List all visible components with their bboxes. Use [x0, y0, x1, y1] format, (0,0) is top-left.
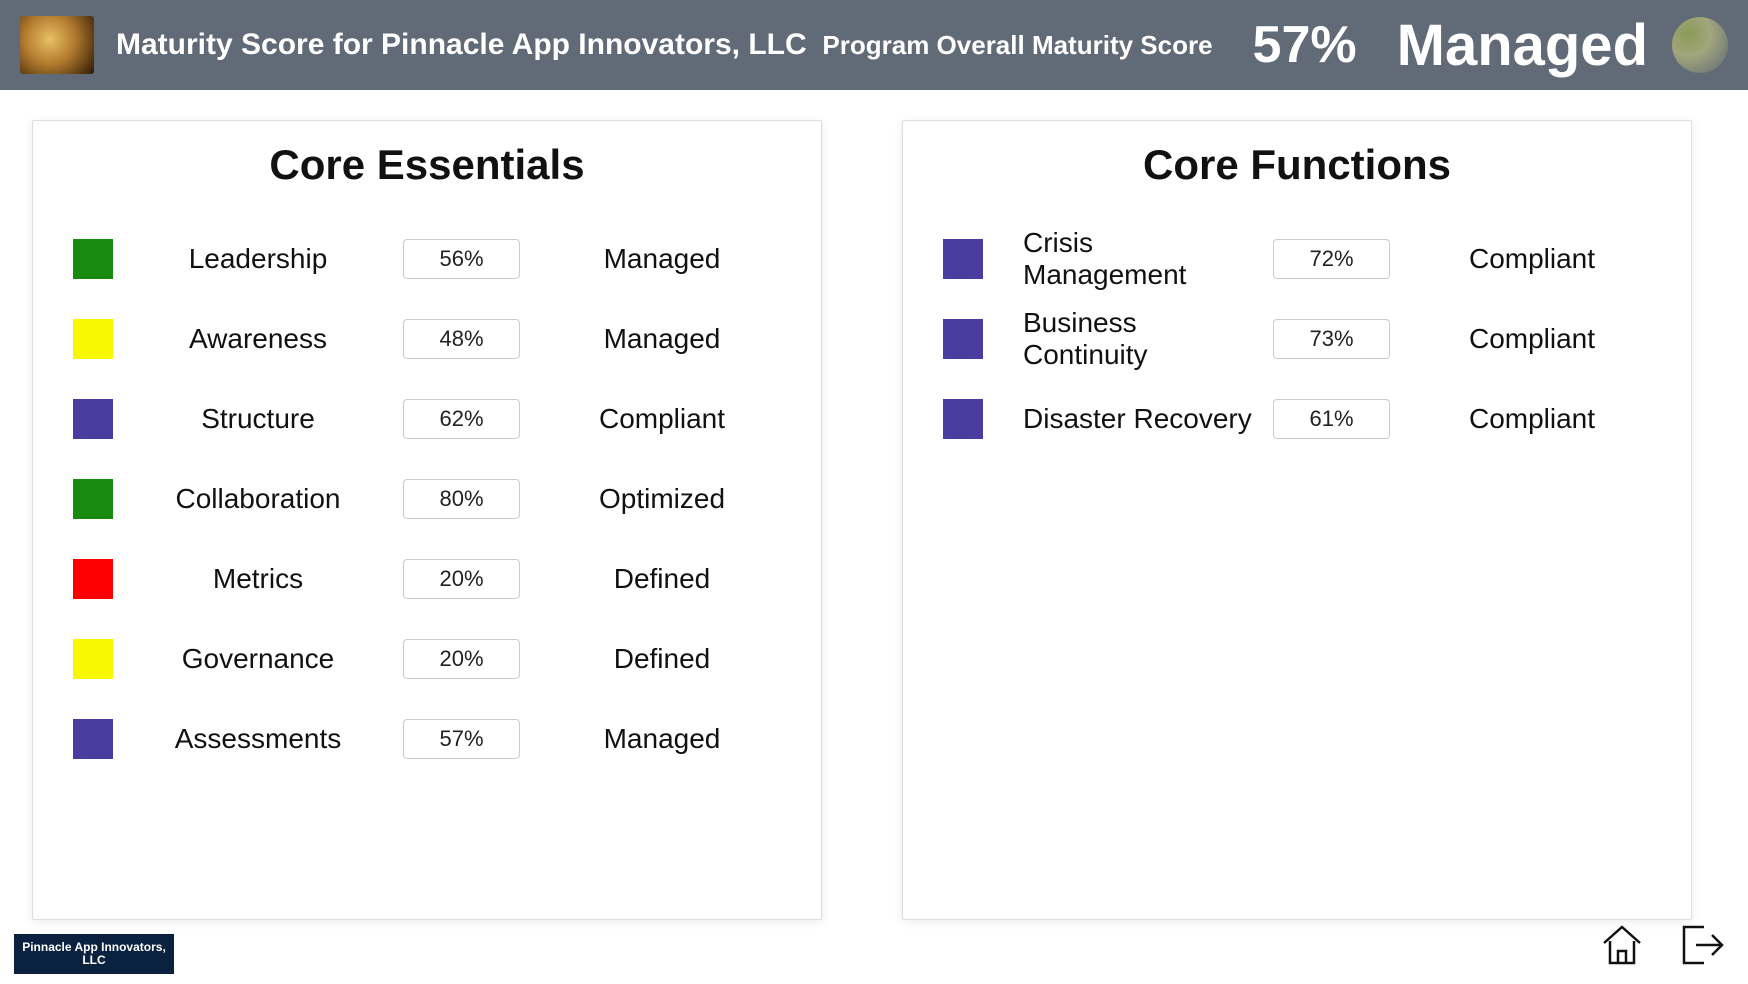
score-row: Leadership 56%Managed — [53, 219, 801, 299]
row-label: Crisis Management — [993, 227, 1263, 291]
row-label: Business Continuity — [993, 307, 1263, 371]
page-title: Maturity Score for Pinnacle App Innovato… — [116, 28, 807, 62]
score-row: Awareness 48%Managed — [53, 299, 801, 379]
row-level: Managed — [523, 723, 801, 755]
row-percent: 73% — [1273, 319, 1390, 359]
avatar[interactable] — [1672, 17, 1728, 73]
row-percent: 56% — [403, 239, 520, 279]
row-percent: 62% — [403, 399, 520, 439]
score-row: Assessments 57%Managed — [53, 699, 801, 779]
app-logo — [20, 16, 94, 74]
score-row: Governance 20%Defined — [53, 619, 801, 699]
row-level: Optimized — [523, 483, 801, 515]
row-percent: 61% — [1273, 399, 1390, 439]
status-swatch — [73, 319, 113, 359]
status-swatch — [943, 239, 983, 279]
core-functions-panel: Core Functions Crisis Management72%Compl… — [902, 120, 1692, 920]
score-row: Metrics 20%Defined — [53, 539, 801, 619]
score-row: Collaboration 80%Optimized — [53, 459, 801, 539]
row-label: Structure — [123, 403, 393, 435]
row-level: Defined — [523, 643, 801, 675]
status-swatch — [73, 719, 113, 759]
row-level: Managed — [523, 243, 801, 275]
score-row: Business Continuity73%Compliant — [923, 299, 1671, 379]
status-swatch — [73, 239, 113, 279]
score-row: Disaster Recovery 61%Compliant — [923, 379, 1671, 459]
row-label: Collaboration — [123, 483, 393, 515]
row-level: Defined — [523, 563, 801, 595]
status-swatch — [73, 639, 113, 679]
home-icon[interactable] — [1598, 921, 1646, 974]
row-percent: 80% — [403, 479, 520, 519]
footer-company-logo: Pinnacle App Innovators, LLC — [14, 934, 174, 974]
score-row: Structure 62%Compliant — [53, 379, 801, 459]
row-level: Managed — [523, 323, 801, 355]
status-swatch — [943, 399, 983, 439]
row-label: Governance — [123, 643, 393, 675]
overall-score-level: Managed — [1397, 12, 1648, 79]
row-level: Compliant — [1393, 403, 1671, 435]
row-percent: 20% — [403, 559, 520, 599]
row-label: Awareness — [123, 323, 393, 355]
header-bar: Maturity Score for Pinnacle App Innovato… — [0, 0, 1748, 90]
row-level: Compliant — [523, 403, 801, 435]
core-essentials-title: Core Essentials — [53, 141, 801, 189]
core-functions-title: Core Functions — [923, 141, 1671, 189]
core-essentials-panel: Core Essentials Leadership56%ManagedAwar… — [32, 120, 822, 920]
logout-icon[interactable] — [1676, 921, 1724, 974]
overall-score-label: Program Overall Maturity Score — [822, 30, 1212, 61]
status-swatch — [943, 319, 983, 359]
row-percent: 72% — [1273, 239, 1390, 279]
row-percent: 48% — [403, 319, 520, 359]
overall-score-percent: 57% — [1253, 15, 1357, 75]
status-swatch — [73, 479, 113, 519]
row-label: Leadership — [123, 243, 393, 275]
status-swatch — [73, 559, 113, 599]
row-percent: 20% — [403, 639, 520, 679]
status-swatch — [73, 399, 113, 439]
score-row: Crisis Management72%Compliant — [923, 219, 1671, 299]
row-label: Disaster Recovery — [993, 403, 1263, 435]
row-level: Compliant — [1393, 323, 1671, 355]
row-label: Metrics — [123, 563, 393, 595]
row-label: Assessments — [123, 723, 393, 755]
row-percent: 57% — [403, 719, 520, 759]
row-level: Compliant — [1393, 243, 1671, 275]
